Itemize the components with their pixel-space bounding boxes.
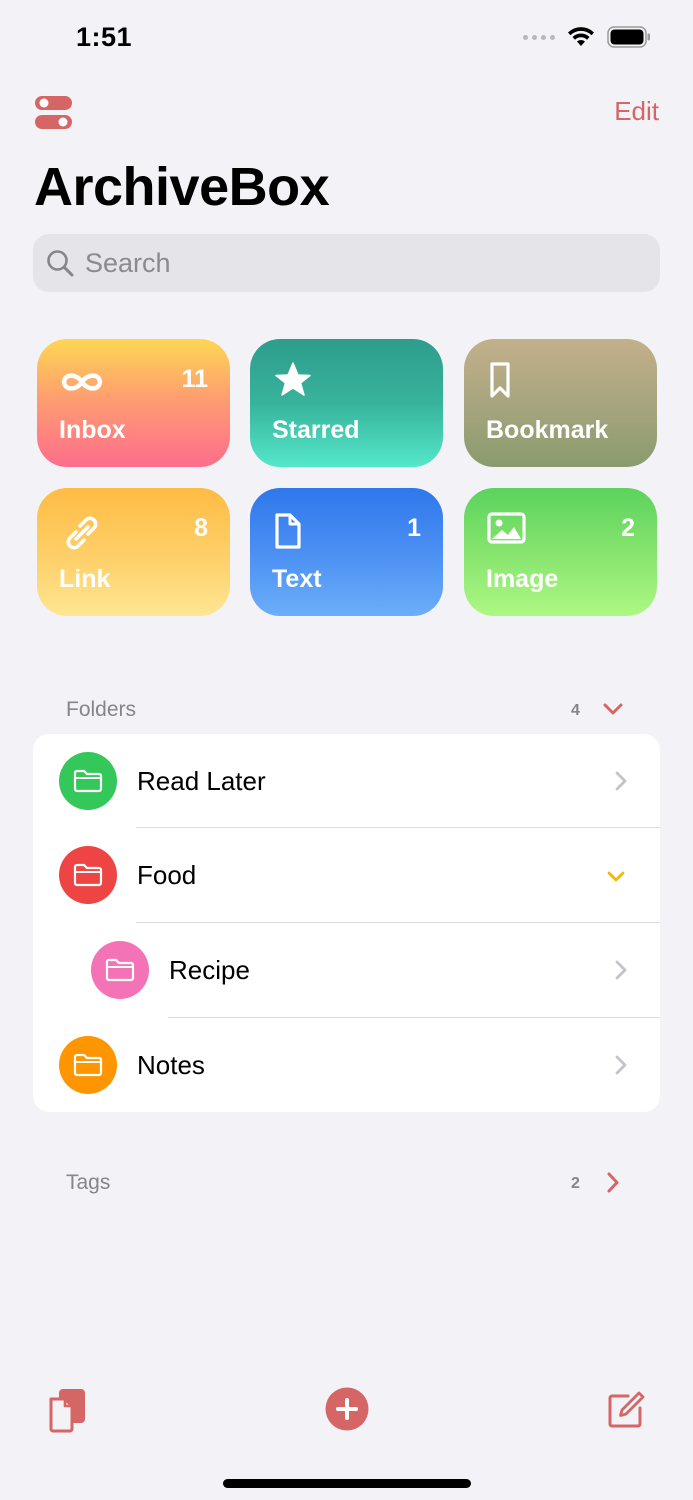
folder-row-food[interactable]: Food xyxy=(33,828,660,922)
chevron-down-icon[interactable] xyxy=(606,870,626,883)
edit-button[interactable]: Edit xyxy=(614,96,659,127)
page-title: ArchiveBox xyxy=(34,157,330,217)
category-tile-link[interactable]: 8 Link xyxy=(37,488,230,616)
category-label: Starred xyxy=(272,416,360,444)
chevron-down-icon[interactable] xyxy=(603,703,623,716)
folder-icon xyxy=(73,863,103,887)
folder-icon xyxy=(73,1053,103,1077)
folder-row-recipe[interactable]: Recipe xyxy=(33,923,660,1017)
category-tile-text[interactable]: 1 Text xyxy=(250,488,443,616)
folder-label: Food xyxy=(137,860,197,890)
folder-icon xyxy=(105,958,135,982)
star-icon xyxy=(275,362,311,396)
category-label: Link xyxy=(59,565,111,593)
search-icon xyxy=(47,250,74,277)
folder-label: Recipe xyxy=(169,955,250,985)
search-input[interactable] xyxy=(83,246,647,280)
folder-icon-badge xyxy=(59,1036,117,1094)
chevron-right-icon[interactable] xyxy=(606,1172,620,1193)
category-tile-inbox[interactable]: 11 Inbox xyxy=(37,339,230,467)
infinity-icon xyxy=(61,373,103,391)
category-tile-image[interactable]: 2 Image xyxy=(464,488,657,616)
status-time: 1:51 xyxy=(76,22,133,52)
status-icons xyxy=(523,26,651,48)
compose-icon[interactable] xyxy=(606,1390,646,1430)
folders-section-title: Folders xyxy=(66,698,137,721)
add-item-icon[interactable] xyxy=(325,1387,369,1431)
folders-count: 4 xyxy=(571,702,580,719)
link-icon xyxy=(66,516,98,550)
category-count: 2 xyxy=(621,514,635,542)
folder-row-notes[interactable]: Notes xyxy=(33,1018,660,1112)
folder-icon-badge xyxy=(59,752,117,810)
document-icon xyxy=(275,513,301,549)
folder-icon-badge xyxy=(91,941,149,999)
category-tile-bookmark[interactable]: Bookmark xyxy=(464,339,657,467)
category-label: Image xyxy=(486,565,559,593)
folder-label: Read Later xyxy=(137,766,266,796)
category-count: 8 xyxy=(194,514,208,542)
tags-count: 2 xyxy=(571,1175,580,1192)
folder-label: Notes xyxy=(137,1050,205,1080)
category-label: Inbox xyxy=(59,416,126,444)
wifi-icon xyxy=(568,27,594,46)
category-label: Bookmark xyxy=(486,416,609,444)
cellular-signal-icon xyxy=(523,34,555,40)
category-label: Text xyxy=(272,565,322,593)
bookmark-icon xyxy=(490,362,510,398)
folder-list: Read Later Food Recipe Notes xyxy=(33,734,660,1112)
photo-icon xyxy=(487,512,526,544)
chevron-right-icon xyxy=(615,1055,627,1075)
toggles-icon[interactable] xyxy=(34,94,74,132)
clipboard-icon[interactable] xyxy=(48,1387,88,1433)
battery-icon xyxy=(607,26,650,48)
folder-icon-badge xyxy=(59,846,117,904)
home-indicator xyxy=(223,1479,471,1488)
category-tile-starred[interactable]: Starred xyxy=(250,339,443,467)
folder-icon xyxy=(73,769,103,793)
search-bar[interactable] xyxy=(33,234,660,292)
category-count: 11 xyxy=(181,365,208,393)
folder-row-read-later[interactable]: Read Later xyxy=(33,734,660,828)
category-count: 1 xyxy=(407,514,421,542)
chevron-right-icon xyxy=(615,771,627,791)
tags-section-title: Tags xyxy=(66,1171,111,1194)
chevron-right-icon xyxy=(615,960,627,980)
